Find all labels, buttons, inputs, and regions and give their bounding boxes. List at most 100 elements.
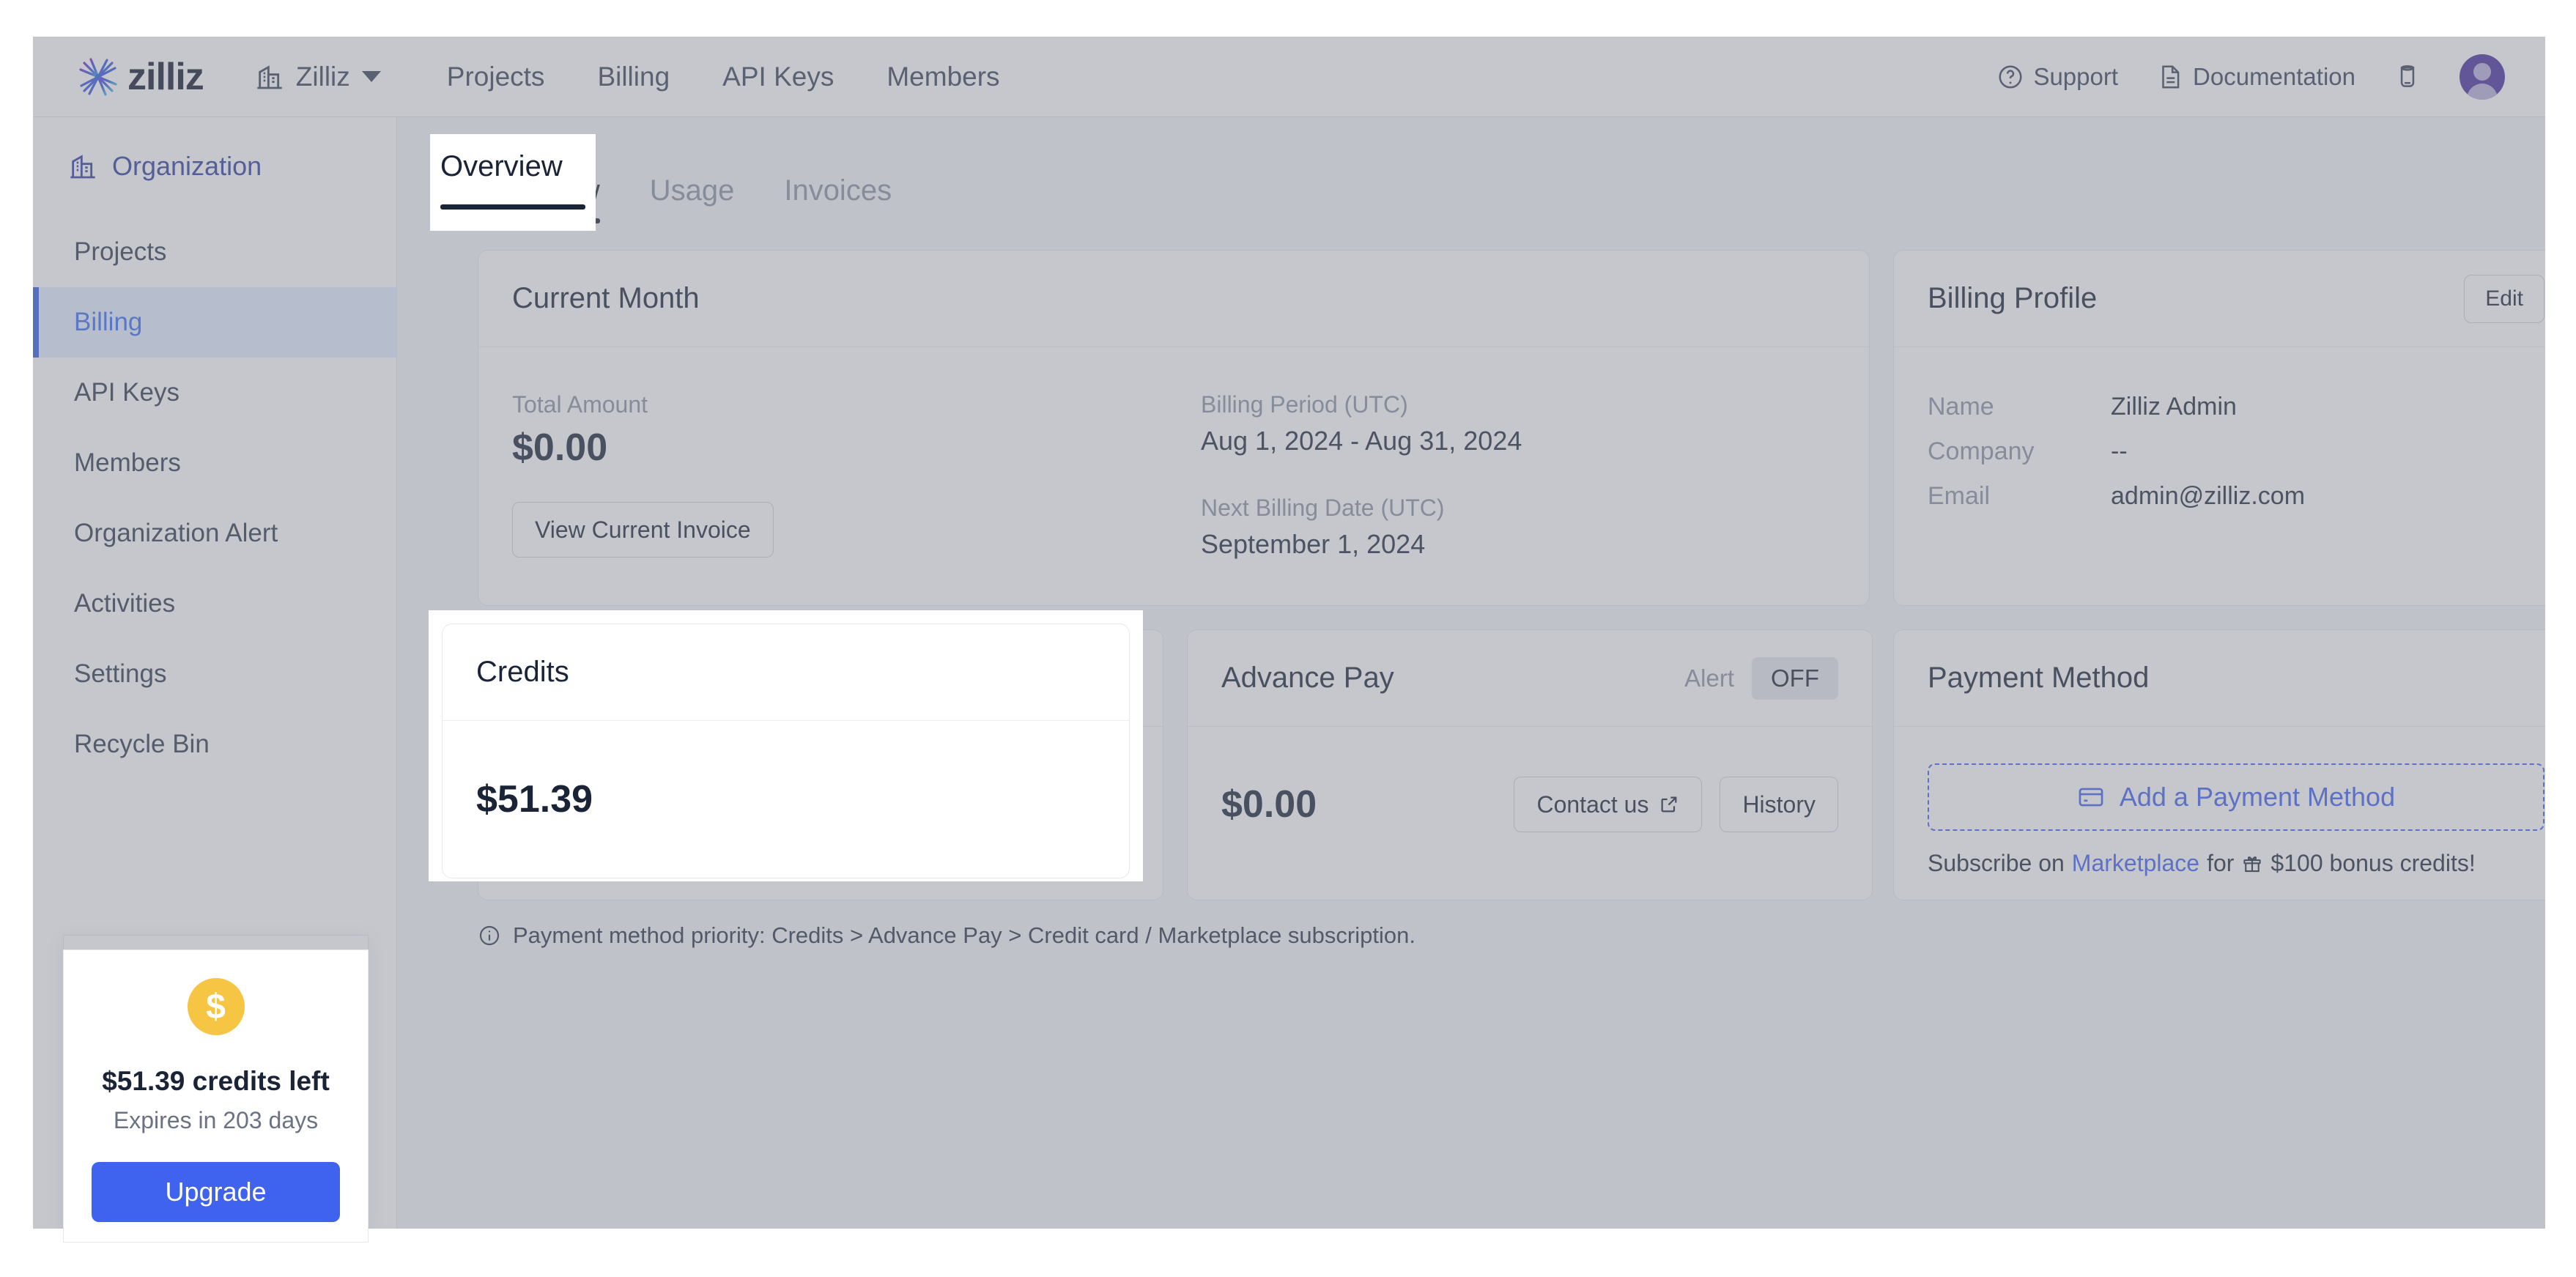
card-title: Advance Pay: [1221, 662, 1394, 694]
sidebar-item-organization-alert[interactable]: Organization Alert: [33, 498, 396, 569]
card-header: Credits: [478, 630, 1163, 727]
building-icon: [257, 64, 282, 89]
sidebar-item-members[interactable]: Members: [33, 428, 396, 498]
tab-usage[interactable]: Usage: [650, 174, 735, 223]
edit-billing-profile-button[interactable]: Edit: [2464, 274, 2544, 323]
next-billing-date-label: Next Billing Date (UTC): [1201, 495, 1445, 521]
sidebar-item-label: Billing: [74, 308, 143, 336]
card-title: Current Month: [512, 282, 700, 314]
brand-wordmark: zilliz: [127, 55, 204, 98]
sidebar-item-activities[interactable]: Activities: [33, 569, 396, 639]
sidebar-item-billing[interactable]: Billing: [33, 287, 396, 358]
advance-pay-card: Advance Pay Alert OFF $0.00 Contact us H…: [1187, 629, 1873, 900]
building-icon: [70, 155, 95, 179]
card-body: $0.00 Contact us History: [1188, 727, 1872, 900]
cards-grid: Current Month Total Amount $0.00 View Cu…: [397, 223, 2545, 900]
alert-label: Alert: [1684, 664, 1735, 692]
card-header: Advance Pay Alert OFF: [1188, 630, 1872, 727]
credits-card: Credits $51.39: [478, 629, 1163, 900]
top-nav-projects[interactable]: Projects: [447, 62, 545, 92]
sidebar-organization-header[interactable]: Organization: [33, 117, 396, 182]
company-label: Company: [1928, 437, 2035, 465]
name-value: Zilliz Admin: [2111, 393, 2237, 421]
zilliz-starburst-icon: [78, 54, 119, 99]
promo-title: $51.39 credits left: [102, 1051, 330, 1081]
marketplace-note: Subscribe on Marketplace for $100 bonus …: [1928, 850, 2544, 877]
org-name: Zilliz: [295, 61, 350, 92]
sidebar-item-label: Projects: [74, 237, 167, 266]
profile-row-email: Email admin@zilliz.com: [1928, 482, 2544, 511]
info-circle-icon: [479, 925, 500, 946]
sidebar-item-label: Activities: [74, 589, 176, 618]
add-payment-method-button[interactable]: Add a Payment Method: [1928, 763, 2544, 831]
avatar[interactable]: [2460, 53, 2505, 100]
org-switcher[interactable]: Zilliz: [255, 62, 381, 92]
current-month-card: Current Month Total Amount $0.00 View Cu…: [478, 250, 1870, 606]
sidebar-item-projects[interactable]: Projects: [33, 217, 396, 287]
card-body: Total Amount $0.00 View Current Invoice …: [478, 347, 1869, 605]
sidebar-nav: Projects Billing API Keys Members Organi…: [33, 217, 396, 780]
alert-status-badge[interactable]: OFF: [1752, 656, 1838, 700]
card-body: Add a Payment Method Subscribe on Market…: [1894, 727, 2545, 900]
card-header: Payment Method: [1894, 630, 2545, 727]
dollar-coin-icon: $: [187, 963, 245, 1021]
sidebar-item-api-keys[interactable]: API Keys: [33, 358, 396, 428]
sidebar: Organization Projects Billing API Keys M…: [33, 117, 397, 1229]
company-value: --: [2111, 437, 2128, 465]
top-nav-api-keys[interactable]: API Keys: [722, 62, 834, 92]
email-label: Email: [1928, 482, 1991, 510]
tab-invoices[interactable]: Invoices: [784, 174, 892, 223]
row2-left-group: Credits $51.39 Advance Pay Alert OFF $0.…: [478, 629, 1873, 900]
card-header: Current Month: [478, 251, 1869, 347]
tab-overview[interactable]: Overview: [478, 174, 600, 223]
subscribe-mid: for: [2207, 850, 2235, 876]
payment-method-card: Payment Method Add a Payment Method Subs…: [1893, 629, 2545, 900]
view-current-invoice-button[interactable]: View Current Invoice: [512, 502, 774, 558]
sidebar-item-label: Members: [74, 448, 181, 477]
chevron-down-icon: [361, 71, 381, 82]
sidebar-item-label: Settings: [74, 659, 167, 688]
external-link-icon: [1661, 796, 1677, 813]
documentation-button[interactable]: Documentation: [2156, 63, 2355, 91]
payment-priority-note: Payment method priority: Credits > Advan…: [478, 922, 2465, 949]
subscribe-prefix: Subscribe on: [1928, 850, 2065, 876]
top-nav-billing[interactable]: Billing: [597, 62, 670, 92]
billing-period-value: Aug 1, 2024 - Aug 31, 2024: [1201, 426, 1522, 456]
history-button[interactable]: History: [1720, 777, 1838, 832]
upgrade-button[interactable]: Upgrade: [92, 1147, 340, 1207]
advance-pay-value: $0.00: [1221, 783, 1317, 826]
support-label: Support: [2033, 62, 2119, 90]
brand-logo[interactable]: zilliz: [75, 53, 204, 100]
dollar-symbol: $: [206, 972, 226, 1012]
app-window: zilliz Zilliz Projects Billing API Keys …: [33, 37, 2545, 1229]
sidebar-item-settings[interactable]: Settings: [33, 639, 396, 709]
contact-us-button[interactable]: Contact us: [1514, 777, 1703, 832]
top-nav: Projects Billing API Keys Members: [447, 62, 1000, 92]
support-button[interactable]: Support: [1996, 63, 2118, 91]
card-title: Payment Method: [1928, 662, 2150, 694]
document-icon: [2162, 64, 2180, 89]
sidebar-item-label: Organization Alert: [74, 519, 278, 547]
contact-us-label: Contact us: [1536, 791, 1649, 818]
billing-tabs: Overview Usage Invoices: [397, 117, 2545, 223]
card-body: Name Zilliz Admin Company -- Email admin…: [1894, 347, 2545, 605]
top-nav-members[interactable]: Members: [887, 62, 999, 92]
billing-profile-card: Billing Profile Edit Name Zilliz Admin C…: [1893, 250, 2545, 606]
top-right-actions: Support Documentation: [1996, 53, 2505, 100]
marketplace-link[interactable]: Marketplace: [2072, 850, 2199, 877]
sidebar-item-label: API Keys: [74, 378, 179, 407]
profile-row-company: Company --: [1928, 437, 2544, 466]
gift-icon: [2243, 856, 2262, 872]
top-header: zilliz Zilliz Projects Billing API Keys …: [33, 37, 2545, 117]
sidebar-organization-label: Organization: [112, 151, 262, 181]
question-circle-icon: [1999, 64, 2022, 89]
add-payment-method-label: Add a Payment Method: [2119, 782, 2396, 812]
cup-icon[interactable]: [2394, 63, 2421, 91]
credits-promo-card: $ $51.39 credits left Expires in 203 day…: [64, 936, 368, 1229]
credits-value: $51.39: [512, 792, 629, 834]
payment-priority-text: Payment method priority: Credits > Advan…: [513, 922, 1415, 948]
sidebar-item-recycle-bin[interactable]: Recycle Bin: [33, 709, 396, 780]
next-billing-date-value: September 1, 2024: [1201, 529, 1426, 559]
card-title: Credits: [512, 662, 605, 694]
card-title: Billing Profile: [1928, 282, 2098, 314]
